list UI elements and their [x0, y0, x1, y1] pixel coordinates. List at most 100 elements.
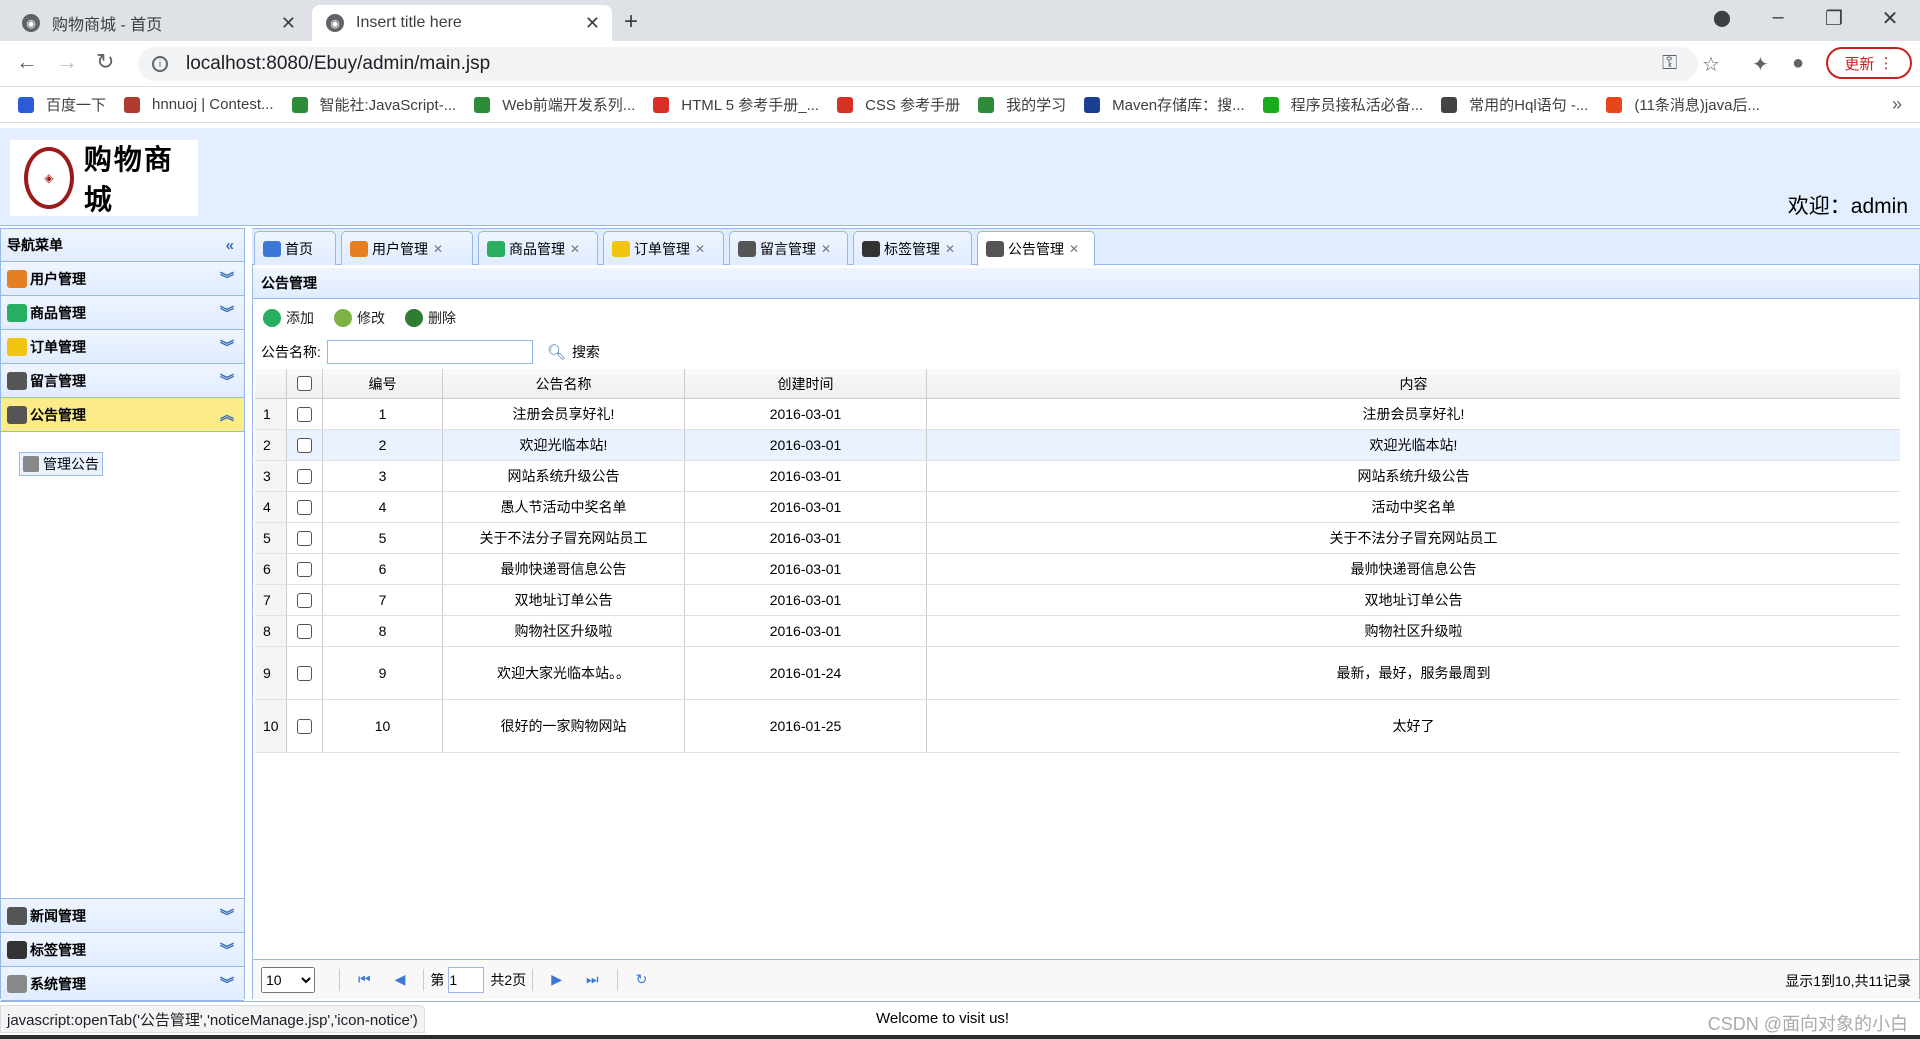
close-icon[interactable]: ✕: [570, 242, 580, 256]
manage-notice-link[interactable]: 管理公告: [19, 452, 103, 476]
next-page-icon[interactable]: ▶: [551, 971, 562, 988]
sidebar-group[interactable]: 商品管理 ︾: [1, 296, 244, 330]
browser-tab-active[interactable]: ◉ Insert title here ✕: [312, 5, 612, 41]
update-button[interactable]: 更新 ⋮: [1826, 47, 1912, 79]
table-row[interactable]: 10 10 很好的一家购物网站 2016-01-25 太好了: [255, 700, 1900, 753]
tab-module[interactable]: 用户管理 ✕: [341, 231, 473, 265]
row-checkbox[interactable]: [297, 718, 312, 734]
table-row[interactable]: 1 1 注册会员享好礼! 2016-03-01 注册会员享好礼!: [255, 399, 1900, 430]
row-checkbox[interactable]: [297, 437, 312, 453]
page-size-select[interactable]: 10: [261, 966, 315, 993]
close-icon[interactable]: ✕: [945, 242, 955, 256]
collapse-left-icon[interactable]: «: [226, 237, 234, 254]
expand-down-icon[interactable]: ︾: [220, 371, 234, 391]
bookmark-item[interactable]: CSS 参考手册: [837, 94, 960, 115]
column-header[interactable]: 内容: [927, 369, 1900, 398]
tab-module[interactable]: 商品管理 ✕: [478, 231, 598, 265]
collapse-up-icon[interactable]: ︽: [220, 405, 234, 425]
info-icon[interactable]: i: [152, 56, 168, 72]
table-row[interactable]: 2 2 欢迎光临本站! 2016-03-01 欢迎光临本站!: [255, 430, 1900, 461]
star-icon[interactable]: ☆: [1702, 52, 1720, 77]
table-row[interactable]: 8 8 购物社区升级啦 2016-03-01 购物社区升级啦: [255, 616, 1900, 647]
more-bookmarks-icon[interactable]: »: [1892, 94, 1902, 115]
back-icon[interactable]: ←: [16, 49, 38, 75]
close-icon[interactable]: ✕: [281, 13, 296, 34]
row-checkbox[interactable]: [297, 665, 312, 681]
prev-page-icon[interactable]: ◀: [395, 971, 406, 988]
sidebar-group[interactable]: 公告管理 ︽: [1, 398, 244, 432]
bookmark-item[interactable]: 常用的Hql语句 -...: [1441, 94, 1588, 115]
table-row[interactable]: 6 6 最帅快递哥信息公告 2016-03-01 最帅快递哥信息公告: [255, 554, 1900, 585]
table-row[interactable]: 7 7 双地址订单公告 2016-03-01 双地址订单公告: [255, 585, 1900, 616]
forward-icon[interactable]: →: [56, 49, 78, 75]
row-checkbox[interactable]: [297, 623, 312, 639]
expand-down-icon[interactable]: ︾: [220, 269, 234, 289]
bookmark-item[interactable]: 程序员接私活必备...: [1262, 94, 1423, 115]
column-header[interactable]: 编号: [323, 369, 443, 398]
url-input[interactable]: i localhost:8080/Ebuy/admin/main.jsp: [138, 47, 1698, 81]
tab-module[interactable]: 订单管理 ✕: [603, 231, 724, 265]
expand-down-icon[interactable]: ︾: [220, 906, 234, 926]
bookmark-item[interactable]: 智能社:JavaScript-...: [291, 94, 456, 115]
expand-down-icon[interactable]: ︾: [220, 974, 234, 994]
expand-down-icon[interactable]: ︾: [220, 940, 234, 960]
delete-button[interactable]: 删除: [405, 308, 456, 328]
sidebar-group[interactable]: 新闻管理 ︾: [1, 899, 244, 933]
edit-button[interactable]: 修改: [334, 308, 385, 328]
refresh-icon[interactable]: ↻: [636, 971, 648, 988]
extensions-icon[interactable]: ✦: [1752, 52, 1769, 77]
sidebar-group[interactable]: 用户管理 ︾: [1, 262, 244, 296]
bookmark-item[interactable]: Maven存储库：搜...: [1084, 94, 1245, 115]
close-icon[interactable]: ✕: [433, 242, 443, 256]
sidebar-group[interactable]: 标签管理 ︾: [1, 933, 244, 967]
bookmark-item[interactable]: (11条消息)java后...: [1606, 94, 1760, 115]
tab-module[interactable]: 公告管理 ✕: [977, 231, 1095, 266]
search-icon[interactable]: 🔍︎: [547, 343, 566, 361]
row-checkbox[interactable]: [297, 530, 312, 546]
add-button[interactable]: 添加: [263, 308, 314, 328]
page-number-input[interactable]: [448, 966, 485, 993]
sidebar-group[interactable]: 留言管理 ︾: [1, 364, 244, 398]
notice-name-input[interactable]: [326, 340, 533, 364]
tab-home[interactable]: 首页: [254, 231, 336, 265]
select-all-checkbox[interactable]: [297, 376, 312, 391]
maximize-button[interactable]: ❐: [1814, 6, 1854, 31]
tab-search-icon[interactable]: ⬤: [1702, 8, 1742, 28]
bookmark-item[interactable]: HTML 5 参考手册_...: [653, 94, 819, 115]
column-header[interactable]: 创建时间: [685, 369, 927, 398]
key-icon[interactable]: ⚿: [1662, 52, 1677, 75]
bookmark-item[interactable]: Web前端开发系列...: [474, 94, 635, 115]
bookmark-item[interactable]: hnnuoj | Contest...: [124, 96, 274, 113]
row-checkbox[interactable]: [297, 499, 312, 515]
sidebar-group[interactable]: 系统管理 ︾: [1, 967, 244, 1001]
first-page-icon[interactable]: ⏮: [358, 971, 371, 988]
reload-icon[interactable]: ↻: [96, 49, 114, 75]
table-row[interactable]: 9 9 欢迎大家光临本站。。 2016-01-24 最新，最好，服务最周到: [255, 647, 1900, 700]
close-icon[interactable]: ✕: [1069, 242, 1079, 256]
expand-down-icon[interactable]: ︾: [220, 337, 234, 357]
profile-icon[interactable]: ●: [1792, 52, 1804, 75]
bookmark-item[interactable]: 百度一下: [18, 94, 106, 115]
row-checkbox[interactable]: [297, 406, 312, 422]
close-icon[interactable]: ✕: [585, 13, 600, 34]
row-checkbox[interactable]: [297, 561, 312, 577]
tab-module[interactable]: 标签管理 ✕: [853, 231, 972, 265]
column-header[interactable]: 公告名称: [443, 369, 685, 398]
tab-module[interactable]: 留言管理 ✕: [729, 231, 848, 265]
close-icon[interactable]: ✕: [821, 242, 831, 256]
last-page-icon[interactable]: ⏭: [586, 971, 599, 988]
minimize-button[interactable]: –: [1758, 6, 1798, 29]
new-tab-button[interactable]: +: [624, 8, 638, 36]
table-row[interactable]: 3 3 网站系统升级公告 2016-03-01 网站系统升级公告: [255, 461, 1900, 492]
window-close-button[interactable]: ✕: [1870, 6, 1910, 31]
search-button[interactable]: 搜索: [572, 342, 600, 362]
bookmark-item[interactable]: 我的学习: [978, 94, 1066, 115]
row-checkbox[interactable]: [297, 592, 312, 608]
browser-tab-home[interactable]: ◉ 购物商城 - 首页 ✕: [8, 5, 308, 41]
table-row[interactable]: 5 5 关于不法分子冒充网站员工 2016-03-01 关于不法分子冒充网站员工: [255, 523, 1900, 554]
sidebar-group[interactable]: 订单管理 ︾: [1, 330, 244, 364]
table-row[interactable]: 4 4 愚人节活动中奖名单 2016-03-01 活动中奖名单: [255, 492, 1900, 523]
close-icon[interactable]: ✕: [695, 242, 705, 256]
expand-down-icon[interactable]: ︾: [220, 303, 234, 323]
row-checkbox[interactable]: [297, 468, 312, 484]
